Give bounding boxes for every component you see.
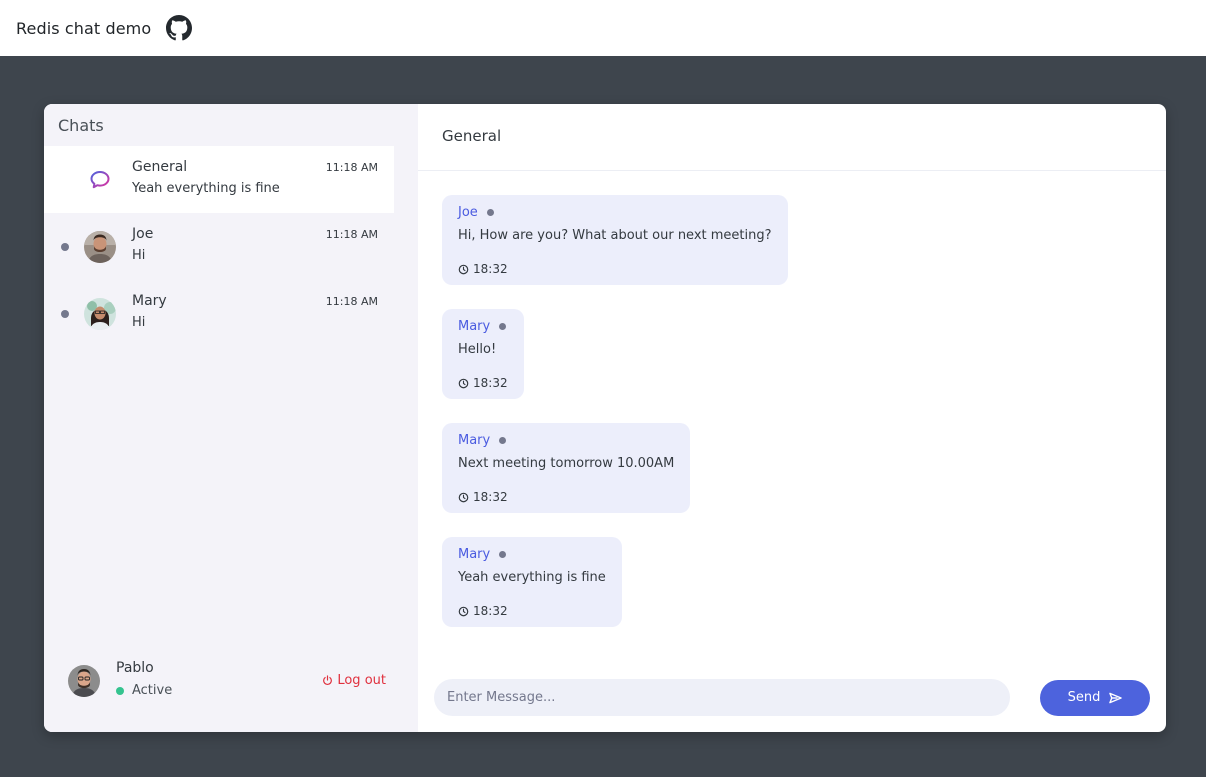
sidebar-header: Chats	[58, 116, 104, 135]
message-input[interactable]	[434, 679, 1010, 716]
message-text: Yeah everything is fine	[458, 570, 606, 585]
avatar	[68, 665, 100, 697]
chat-item-mary[interactable]: Mary Hi 11:18 AM	[44, 280, 394, 347]
top-navbar: Redis chat demo	[0, 0, 1206, 56]
online-status-dot	[61, 243, 69, 251]
time-label: 18:32	[473, 490, 508, 504]
message-text: Hi, How are you? What about our next mee…	[458, 228, 772, 243]
message-bubble: Mary Yeah everything is fine 18:32	[442, 537, 622, 627]
conversation-panel: General Joe Hi, How are you? What about …	[418, 104, 1166, 732]
message-text: Next meeting tomorrow 10.00AM	[458, 456, 675, 471]
chat-item-preview: Hi	[132, 248, 146, 263]
github-icon[interactable]	[166, 15, 193, 41]
avatar	[84, 298, 116, 330]
power-icon	[323, 675, 333, 686]
clock-icon	[458, 492, 469, 502]
conversation-title: General	[418, 104, 1166, 171]
sender-name: Mary	[458, 546, 491, 562]
clock-icon	[458, 378, 469, 388]
chat-item-time: 11:18 AM	[325, 295, 378, 308]
current-user-panel: Pablo Active Log out	[44, 660, 418, 732]
time-label: 18:32	[473, 262, 508, 276]
clock-icon	[458, 606, 469, 616]
sender-status-dot	[499, 436, 507, 444]
message-sender: Mary	[458, 546, 606, 562]
sender-status-dot	[499, 322, 507, 330]
sender-status-dot	[499, 550, 507, 558]
active-status-dot	[116, 686, 124, 695]
time-label: 18:32	[473, 604, 508, 618]
chat-bubble-icon	[88, 168, 112, 192]
message-composer: Send	[434, 679, 1150, 716]
chat-item-time: 11:18 AM	[325, 228, 378, 241]
message-bubble: Mary Hello! 18:32	[442, 309, 524, 399]
message-sender: Mary	[458, 432, 674, 448]
send-button[interactable]: Send	[1040, 679, 1150, 716]
chat-window: Chats General Yeah everything is fine 11…	[44, 104, 1166, 732]
send-label: Send	[1067, 690, 1101, 705]
current-user-status: Active	[116, 683, 172, 698]
avatar	[84, 231, 116, 263]
message-sender: Mary	[458, 318, 508, 334]
message-time: 18:32	[458, 262, 772, 276]
chat-item-joe[interactable]: Joe Hi 11:18 AM	[44, 213, 394, 280]
chat-item-name: Mary	[132, 293, 167, 309]
chat-item-name: General	[132, 159, 188, 175]
chat-item-general[interactable]: General Yeah everything is fine 11:18 AM	[44, 146, 394, 213]
current-user-name: Pablo	[116, 660, 154, 676]
sender-name: Mary	[458, 432, 491, 448]
chat-item-time: 11:18 AM	[325, 161, 378, 174]
clock-icon	[458, 264, 469, 274]
status-label: Active	[132, 683, 173, 698]
sender-status-dot	[486, 208, 494, 216]
message-bubble: Mary Next meeting tomorrow 10.00AM 18:32	[442, 423, 691, 513]
logout-button[interactable]: Log out	[322, 673, 386, 688]
chat-item-preview: Hi	[132, 315, 146, 330]
chat-sidebar: Chats General Yeah everything is fine 11…	[44, 104, 418, 732]
online-status-dot	[61, 310, 69, 318]
send-icon	[1109, 692, 1123, 703]
logout-label: Log out	[337, 673, 386, 688]
message-list: Joe Hi, How are you? What about our next…	[442, 195, 1142, 651]
message-bubble: Joe Hi, How are you? What about our next…	[442, 195, 788, 285]
sender-name: Joe	[458, 204, 478, 220]
message-text: Hello!	[458, 342, 497, 357]
message-time: 18:32	[458, 604, 606, 618]
message-time: 18:32	[458, 490, 674, 504]
chat-item-name: Joe	[132, 226, 154, 242]
message-time: 18:32	[458, 376, 508, 390]
time-label: 18:32	[473, 376, 508, 390]
message-sender: Joe	[458, 204, 772, 220]
chat-item-preview: Yeah everything is fine	[132, 181, 280, 196]
sender-name: Mary	[458, 318, 491, 334]
app-title: Redis chat demo	[16, 18, 152, 38]
